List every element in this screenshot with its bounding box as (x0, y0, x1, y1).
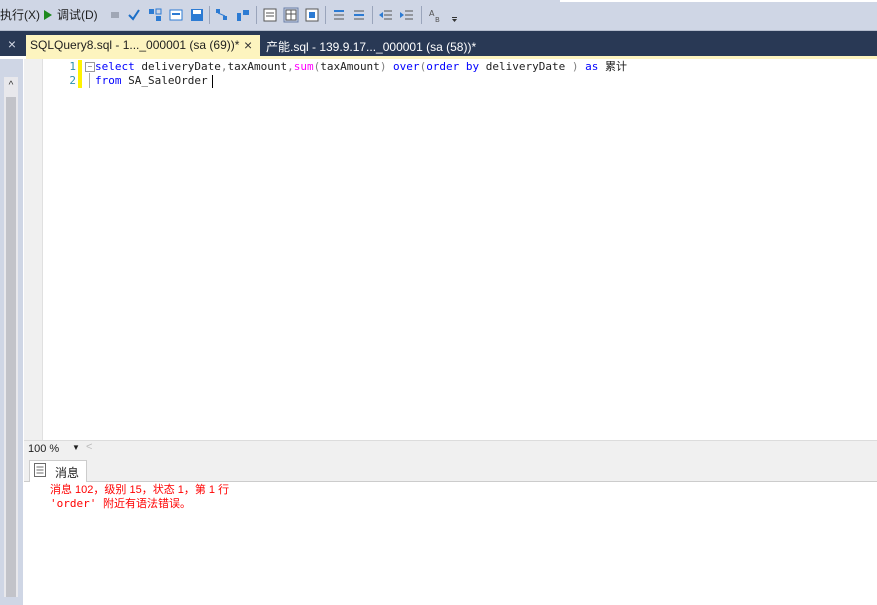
query-editor[interactable] (24, 59, 877, 440)
results-to-file-icon[interactable] (304, 7, 320, 23)
code-token: ) (571, 60, 579, 73)
code-token: SA_SaleOrder (121, 74, 215, 87)
code-token: 累计 (598, 60, 628, 73)
svg-text:B: B (435, 16, 440, 23)
code-token: from (95, 74, 122, 87)
execute-button[interactable]: 执行(X) (0, 7, 40, 23)
uncomment-icon[interactable] (351, 7, 367, 23)
tab-label: 产能.sql - 139.9.17..._000001 (sa (58))* (266, 40, 477, 54)
line-number: 1 (69, 60, 76, 73)
editor-margin (24, 59, 43, 440)
include-plan-icon[interactable] (214, 7, 230, 23)
stop-icon[interactable] (107, 7, 123, 23)
code-token: , (287, 60, 294, 73)
specify-values-icon[interactable]: AB (428, 7, 444, 23)
code-token: select (95, 60, 135, 73)
results-to-text-icon[interactable] (262, 7, 278, 23)
tab-label: SQLQuery8.sql - 1..._000001 (sa (69))* (30, 38, 240, 52)
parse-check-icon[interactable] (126, 7, 142, 23)
results-to-grid-icon[interactable] (283, 7, 299, 23)
display-plan-icon[interactable] (168, 7, 184, 23)
code-token: taxAmount (320, 60, 380, 73)
debug-button[interactable]: 调试(D) (57, 7, 98, 23)
chevron-down-icon[interactable]: ▼ (72, 443, 80, 452)
code-line-1[interactable]: select deliveryDate,taxAmount,sum(taxAmo… (95, 60, 627, 74)
tab-sqlquery8[interactable]: SQLQuery8.sql - 1..._000001 (sa (69))* × (26, 35, 260, 56)
scroll-left-arrow-icon[interactable]: < (86, 441, 92, 453)
scroll-up-arrow-icon[interactable]: ^ (4, 79, 18, 93)
error-message-detail: 'order' 附近有语法错误。 (50, 497, 191, 510)
increase-indent-icon[interactable] (399, 7, 415, 23)
comment-out-icon[interactable] (331, 7, 347, 23)
fold-guide (89, 73, 90, 88)
client-statistics-icon[interactable] (235, 7, 251, 23)
code-token: as (578, 60, 599, 73)
results-tab-strip (24, 458, 877, 482)
close-panel-button[interactable]: × (3, 35, 21, 53)
toolbar-highlight (560, 0, 877, 2)
text-caret (212, 75, 213, 88)
editor-status-strip (24, 440, 877, 459)
save-results-icon[interactable] (189, 7, 205, 23)
tab-chanengsql[interactable]: 产能.sql - 139.9.17..._000001 (sa (58))* (262, 35, 492, 56)
toolbar-overflow-icon[interactable] (446, 7, 462, 23)
code-token: deliveryDate (479, 60, 572, 73)
code-token: sum (293, 60, 314, 73)
code-token: taxAmount (227, 60, 288, 73)
message-document-icon (34, 463, 46, 477)
query-options-icon[interactable] (147, 7, 163, 23)
collapse-icon[interactable]: − (85, 62, 95, 72)
code-token: deliveryDate (134, 60, 221, 73)
toolbar: 执行(X) 调试(D) AB (0, 0, 877, 31)
close-tab-button[interactable]: × (244, 37, 252, 53)
code-token: order by (426, 60, 480, 73)
line-number: 2 (69, 74, 76, 87)
code-token: over (386, 60, 420, 73)
decrease-indent-icon[interactable] (378, 7, 394, 23)
code-line-2[interactable]: from SA_SaleOrder (95, 74, 214, 88)
change-tracking-bar (78, 60, 82, 88)
tab-label: 消息 (55, 466, 80, 480)
play-icon[interactable] (40, 7, 56, 23)
error-message-header: 消息 102，级别 15，状态 1，第 1 行 (50, 484, 230, 496)
scrollbar-thumb[interactable] (6, 97, 16, 597)
